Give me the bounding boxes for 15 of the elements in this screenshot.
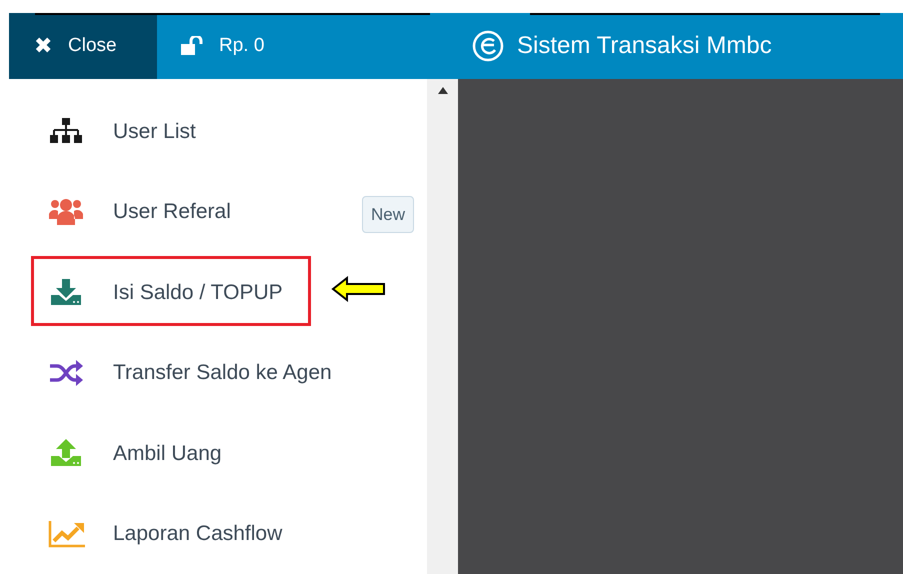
new-badge: New xyxy=(362,196,414,233)
globe-icon xyxy=(471,29,505,64)
close-icon: ✖ xyxy=(34,35,52,58)
scroll-up-icon[interactable] xyxy=(438,87,448,94)
scrollbar[interactable] xyxy=(427,79,458,574)
pointer-arrow xyxy=(331,276,387,302)
app-title: Sistem Transaksi Mmbc xyxy=(517,31,772,62)
menu-item[interactable]: Laporan Cashflow xyxy=(113,518,282,550)
menu-item[interactable]: User Referal xyxy=(113,196,231,228)
menu-item[interactable]: Transfer Saldo ke Agen xyxy=(113,357,332,388)
menu-item[interactable]: User List xyxy=(113,116,196,147)
balance-text: Rp. 0 xyxy=(219,34,264,58)
menu-item[interactable]: Isi Saldo / TOPUP xyxy=(113,276,283,308)
close-button[interactable]: ✖ Close xyxy=(9,13,157,79)
menu-item[interactable]: Ambil Uang xyxy=(113,438,222,469)
